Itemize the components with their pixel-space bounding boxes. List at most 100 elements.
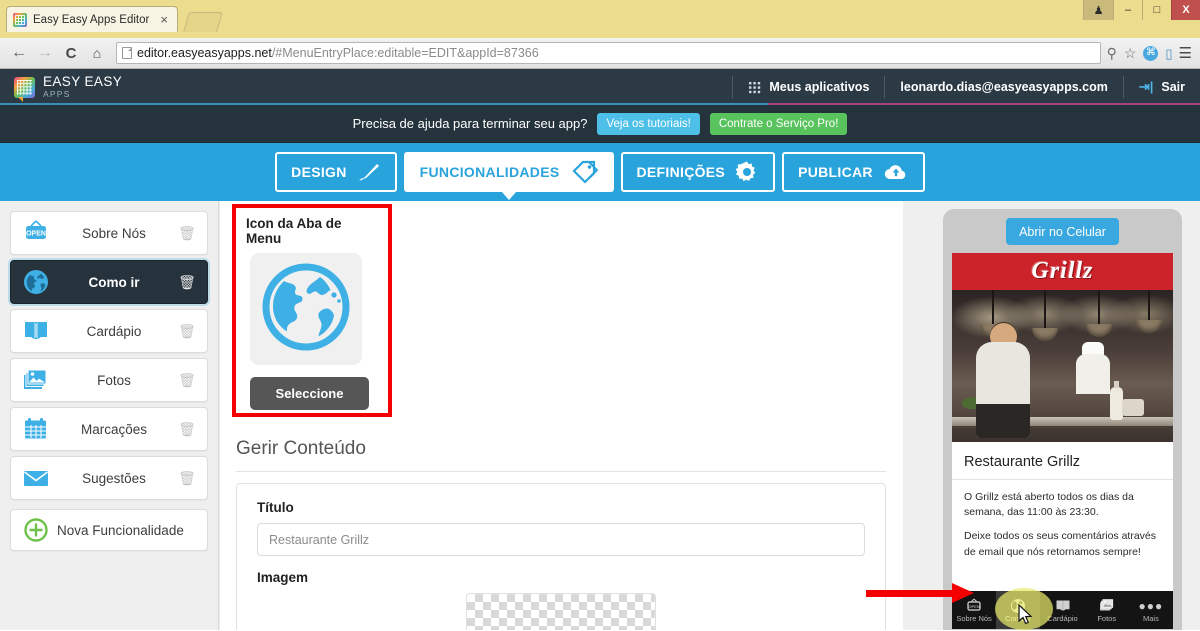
app-logo[interactable]: EASY EASY APPS [0, 75, 122, 98]
preview-tab-label: Mais [1143, 615, 1159, 623]
editor-panel: Icon da Aba de Menu Seleccione Gerir [220, 201, 903, 630]
icon-preview[interactable] [250, 253, 362, 365]
globe-icon [21, 267, 51, 297]
svg-text:OPEN: OPEN [968, 604, 979, 609]
section-title: Gerir Conteúdo [236, 438, 366, 460]
tab-design-label: DESIGN [291, 164, 346, 180]
plus-circle-icon [21, 515, 51, 545]
maximize-button[interactable]: □ [1142, 0, 1171, 20]
tab-funcionalidades-label: FUNCIONALIDADES [420, 164, 560, 180]
sidebar-item-fotos[interactable]: Fotos 🗑 [10, 358, 208, 402]
features-sidebar: OPEN Sobre Nós 🗑 Como ir 🗑 [0, 201, 219, 630]
easy-easy-apps-editor: EASY EASY APPS Meus aplicativos leonardo… [0, 69, 1200, 630]
preview-tab-mais[interactable]: ●●● Mais [1129, 591, 1173, 629]
preview-tab-fotos[interactable]: Fotos [1085, 591, 1129, 629]
back-icon[interactable]: ← [6, 42, 32, 64]
grid-icon [748, 81, 761, 94]
reload-icon[interactable]: C [58, 42, 84, 64]
promo-text: Precisa de ajuda para terminar seu app? [353, 116, 588, 131]
browser-toolbar: ← → C ⌂ editor.easyeasyapps.net/#MenuEnt… [0, 38, 1200, 69]
calendar-icon [21, 414, 51, 444]
preview-tabbar: OPEN Sobre Nós Como ir [952, 591, 1173, 629]
home-icon[interactable]: ⌂ [84, 42, 110, 64]
sidebar-item-label: Marcações [51, 422, 177, 437]
new-feature-button[interactable]: Nova Funcionalidade [10, 509, 208, 551]
image-placeholder[interactable] [466, 593, 656, 630]
my-apps-link[interactable]: Meus aplicativos [733, 69, 884, 105]
app-header-right: Meus aplicativos leonardo.dias@easyeasya… [732, 69, 1200, 105]
key-icon[interactable]: ⚲ [1107, 46, 1117, 60]
main-nav-tabs: DESIGN FUNCIONALIDADES DEFINIÇÕES [0, 143, 1200, 201]
trash-icon[interactable]: 🗑 [177, 323, 197, 340]
open-mobile-button[interactable]: Abrir no Celular [1006, 218, 1119, 245]
account-email[interactable]: leonardo.dias@easyeasyapps.com [885, 69, 1122, 105]
tags-icon [570, 160, 598, 184]
tutorials-button[interactable]: Veja os tutoriais! [597, 113, 699, 135]
sidebar-item-como-ir[interactable]: Como ir 🗑 [10, 260, 208, 304]
my-apps-label: Meus aplicativos [769, 80, 869, 94]
chef-apron [976, 404, 1030, 438]
page-icon [122, 47, 132, 59]
menu-tab-icon-panel: Icon da Aba de Menu Seleccione [232, 204, 392, 417]
close-window-button[interactable]: X [1171, 0, 1200, 20]
pro-service-button[interactable]: Contrate o Serviço Pro! [710, 113, 848, 135]
preview-paragraph: Deixe todos os seus comentários através … [964, 529, 1161, 559]
icon-panel-title: Icon da Aba de Menu [246, 216, 378, 246]
trash-icon[interactable]: 🗑 [177, 225, 197, 242]
app-header: EASY EASY APPS Meus aplicativos leonardo… [0, 69, 1200, 105]
tab-design[interactable]: DESIGN [275, 152, 396, 192]
trash-icon[interactable]: 🗑 [177, 274, 197, 291]
new-tab-button[interactable] [183, 12, 223, 32]
preview-app-title: Restaurante Grillz [952, 442, 1173, 480]
user-avatar-icon[interactable]: ♟ [1083, 0, 1113, 20]
preview-body: O Grillz está aberto todos os dias da se… [952, 480, 1173, 560]
trash-icon[interactable]: 🗑 [177, 421, 197, 438]
address-bar[interactable]: editor.easyeasyapps.net/#MenuEntryPlace:… [116, 42, 1101, 64]
sidebar-item-sugestoes[interactable]: Sugestões 🗑 [10, 456, 208, 500]
globe-icon [260, 261, 352, 358]
browser-tab-title: Easy Easy Apps Editor [33, 14, 157, 26]
select-icon-button[interactable]: Seleccione [250, 377, 369, 410]
title-field-label: Título [257, 500, 865, 515]
brush-icon [357, 161, 381, 183]
brand-logo: Grillz [1031, 258, 1093, 285]
cast-icon[interactable]: ▯ [1165, 47, 1171, 60]
trash-icon[interactable]: 🗑 [177, 470, 197, 487]
preview-tab-label: Sobre Nós [956, 615, 991, 623]
logout-button[interactable]: ⇥| Sair [1124, 69, 1200, 105]
menu-icon[interactable]: ☰ [1179, 46, 1192, 61]
phone-frame: Abrir no Celular Grillz [943, 209, 1182, 630]
tab-funcionalidades[interactable]: FUNCIONALIDADES [404, 152, 614, 192]
sidebar-item-sobre-nos[interactable]: OPEN Sobre Nós 🗑 [10, 211, 208, 255]
star-icon[interactable]: ☆ [1124, 46, 1137, 60]
new-feature-label: Nova Funcionalidade [51, 523, 197, 538]
url-path: /#MenuEntryPlace:editable=EDIT&appId=873… [272, 46, 539, 60]
lamp-icon [1098, 290, 1100, 324]
sidebar-item-label: Sugestões [51, 471, 177, 486]
sidebar-item-cardapio[interactable]: Cardápio 🗑 [10, 309, 208, 353]
red-arrow-annotation [866, 586, 978, 600]
tab-publicar[interactable]: PUBLICAR [782, 152, 925, 192]
more-dots-icon: ●●● [1139, 597, 1164, 614]
header-accent-rule [0, 103, 1200, 105]
phone-preview-panel: Abrir no Celular Grillz [921, 201, 1200, 630]
sidebar-item-marcacoes[interactable]: Marcações 🗑 [10, 407, 208, 451]
book-icon [21, 316, 51, 346]
photos-icon [1099, 597, 1115, 614]
editor-stage: OPEN Sobre Nós 🗑 Como ir 🗑 [0, 201, 1200, 630]
command-extension-icon[interactable]: ⌘ [1143, 46, 1158, 61]
promo-bar: Precisa de ajuda para terminar seu app? … [0, 105, 1200, 143]
trash-icon[interactable]: 🗑 [177, 372, 197, 389]
pot [1122, 399, 1144, 416]
minimize-button[interactable]: – [1113, 0, 1142, 20]
close-icon[interactable]: × [157, 13, 171, 26]
browser-tab[interactable]: Easy Easy Apps Editor × [6, 6, 178, 32]
logo-line1: EASY EASY [43, 75, 122, 89]
forward-icon[interactable]: → [32, 42, 58, 64]
preview-tab-label: Fotos [1097, 615, 1116, 623]
browser-titlebar: Easy Easy Apps Editor × ♟ – □ X [0, 0, 1200, 38]
title-input[interactable]: Restaurante Grillz [257, 523, 865, 556]
sidebar-item-label: Como ir [51, 275, 177, 290]
preview-tab-label: Cardápio [1047, 615, 1077, 623]
tab-definicoes[interactable]: DEFINIÇÕES [621, 152, 776, 192]
